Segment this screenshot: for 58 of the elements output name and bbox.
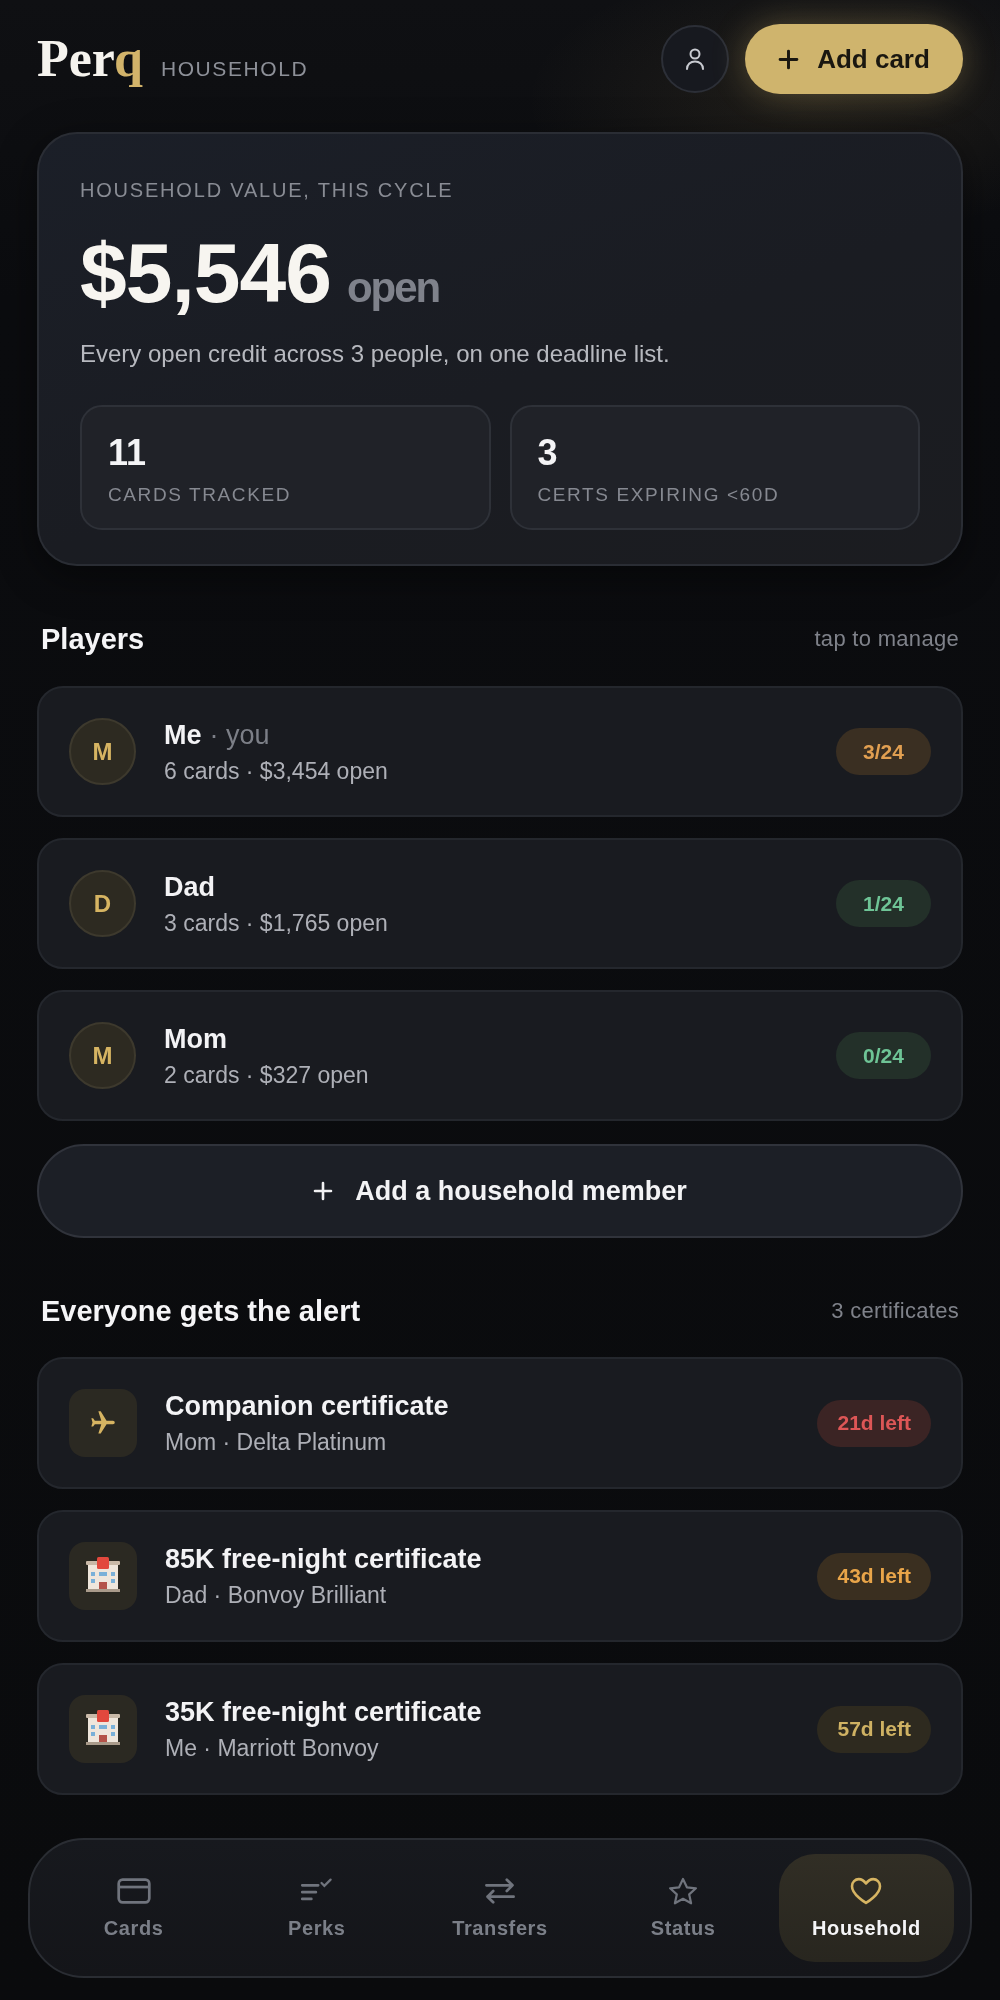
heart-icon [849, 1876, 884, 1905]
building-icon [69, 1542, 137, 1610]
days-left-badge: 57d left [817, 1705, 931, 1753]
stat-label: CERTS EXPIRING <60D [537, 483, 781, 507]
nav-tab[interactable]: Cards [46, 1854, 222, 1962]
avatar: M [69, 1022, 136, 1089]
player-name: Me [164, 718, 202, 752]
certificate-detail: Mom · Delta Platinum [165, 1428, 388, 1457]
stat-value: 3 [537, 433, 559, 473]
summary-label: HOUSEHOLD VALUE, THIS CYCLE [80, 178, 455, 202]
stat-label: CARDS TRACKED [108, 483, 293, 507]
airplane-icon [69, 1389, 137, 1457]
count-badge: 1/24 [836, 880, 931, 927]
player-row[interactable]: D Dad 3 cards · $1,765 open 1/24 [37, 838, 963, 969]
stat-value: 11 [108, 433, 148, 473]
player-tag: · you [209, 717, 270, 752]
count-badge: 3/24 [836, 728, 931, 775]
section-label: HOUSEHOLD [160, 57, 309, 81]
nav-tab[interactable]: Transfers [412, 1854, 588, 1962]
avatar: M [69, 718, 136, 785]
certificate-title: Companion certificate [165, 1390, 450, 1423]
player-name: Dad [164, 870, 215, 904]
count-badge: 0/24 [836, 1032, 931, 1079]
certificate-row[interactable]: 85K free-night certificate Dad · Bonvoy Brilliant 43d left [37, 1510, 963, 1642]
add-member-button[interactable]: Add a household member [37, 1144, 963, 1238]
plus-icon [313, 1181, 334, 1201]
add-card-button[interactable]: Add card [745, 24, 963, 94]
player-row[interactable]: M Mom 2 cards · $327 open 0/24 [37, 990, 963, 1121]
total-amount: $5,546 [80, 231, 331, 315]
section-hint: tap to manage [814, 626, 959, 652]
nav-tab[interactable]: Household [778, 1854, 954, 1962]
section-hint: 3 certificates [831, 1298, 959, 1324]
certificate-title: 35K free-night certificate [165, 1696, 483, 1729]
avatar: D [69, 870, 136, 937]
days-left-badge: 43d left [817, 1552, 931, 1600]
certificate-detail: Me · Marriott Bonvoy [165, 1734, 380, 1763]
certificate-detail: Dad · Bonvoy Brilliant [165, 1581, 388, 1610]
person-icon [685, 48, 705, 70]
nav-tab[interactable]: Status [595, 1854, 771, 1962]
player-detail: 2 cards · $327 open [164, 1060, 370, 1090]
certificate-row[interactable]: Companion certificate Mom · Delta Platinum 21d left [37, 1357, 963, 1489]
nav-tab[interactable]: Perks [229, 1854, 405, 1962]
player-name: Mom [164, 1022, 227, 1056]
logo: Perq [37, 29, 143, 89]
swap-arrows-icon [483, 1876, 517, 1905]
certificate-row[interactable]: 35K free-night certificate Me · Marriott Bonvoy 57d left [37, 1663, 963, 1795]
plus-icon [778, 48, 800, 70]
days-left-badge: 21d left [817, 1399, 931, 1447]
amount-suffix: open [346, 264, 440, 312]
section-title: Everyone gets the alert [41, 1294, 361, 1329]
player-row[interactable]: M Me · you 6 cards · $3,454 open 3/24 [37, 686, 963, 817]
card-icon [116, 1876, 151, 1905]
player-detail: 3 cards · $1,765 open [164, 908, 389, 938]
summary-note: Every open credit across 3 people, on one deadline list. [80, 339, 671, 369]
section-title: Players [41, 622, 145, 657]
certificate-title: 85K free-night certificate [165, 1543, 483, 1576]
building-icon [69, 1695, 137, 1763]
player-detail: 6 cards · $3,454 open [164, 756, 389, 786]
